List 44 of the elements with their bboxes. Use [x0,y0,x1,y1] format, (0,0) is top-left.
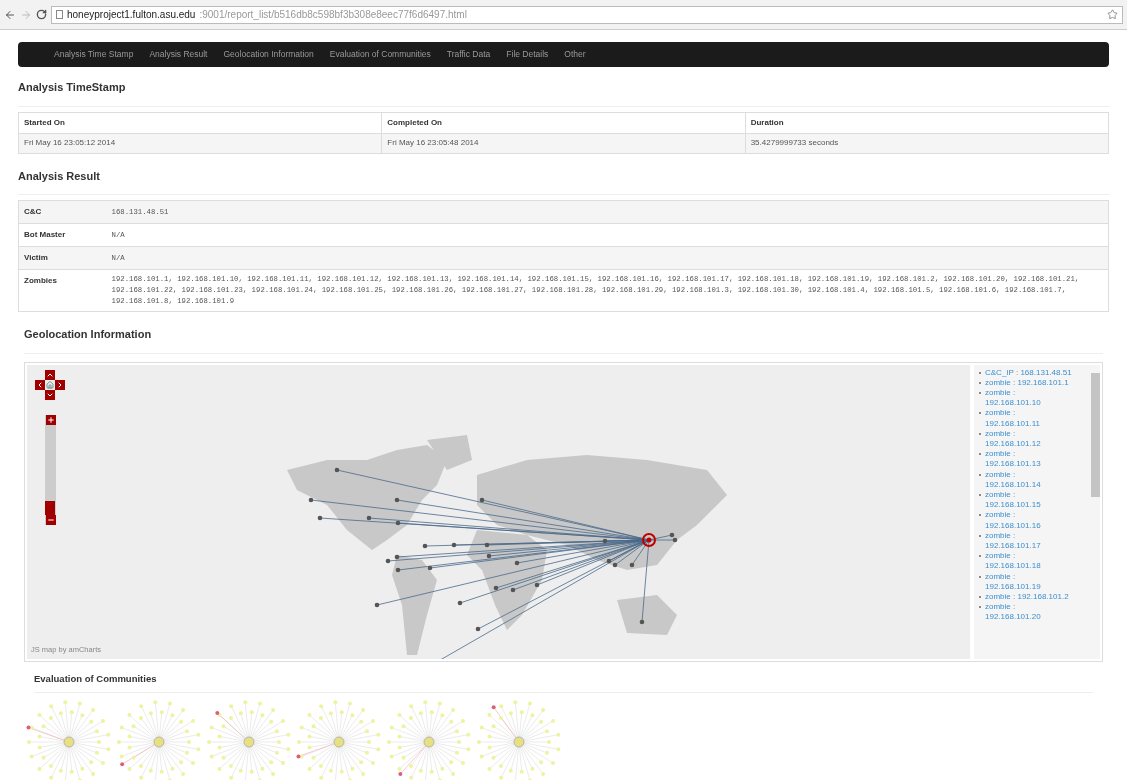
row-label: C&C [18,200,107,224]
home-icon [46,380,54,389]
star-icon[interactable] [1107,9,1118,20]
plus-icon [46,415,55,424]
section-heading: Geolocation Information [24,327,153,342]
table-cell: 35.4279999733 seconds [745,133,1109,153]
legend-item[interactable]: zombie : 192.168.101.2 [985,591,1069,603]
reload-button[interactable] [36,9,47,20]
pan-down-button[interactable] [45,389,55,400]
nav-link[interactable]: Geolocation Information [223,48,314,61]
nav-link[interactable]: Other [564,48,586,61]
legend-item[interactable]: C&C_IP : 168.131.48.51 [985,367,1072,378]
section-heading: Analysis TimeStamp [18,80,127,95]
pan-left-button[interactable] [35,379,45,390]
nav-link[interactable]: Analysis Time Stamp [54,48,134,61]
table-cell: Fri May 16 23:05:48 2014 [381,133,746,153]
url-path: :9001/report_list/b516db8c598bf3b308e8eec77f6d6497.html [199,8,467,22]
section-heading: Evaluation of Communities [34,671,158,686]
nav-link[interactable]: Evaluation of Communities [329,48,431,61]
table-cell: Fri May 16 23:05:12 2014 [18,133,382,153]
column-header: Started On [18,112,382,133]
legend-item[interactable]: zombie : 192.168.101.20 [985,602,1060,623]
nav-link[interactable]: Analysis Result [149,48,208,61]
home-button[interactable] [45,379,55,390]
page-icon [56,10,63,19]
url-host: honeyproject1.fulton.asu.edu [67,8,196,22]
pan-up-button[interactable] [45,369,55,380]
section-heading: Analysis Result [18,168,101,184]
chevron-left-icon [36,380,44,389]
row-label: Zombies [18,269,107,312]
nav-link[interactable]: Traffic Data [446,48,491,61]
legend-item[interactable]: zombie : 192.168.101.1 [985,377,1069,388]
zoom-slider[interactable] [45,414,56,525]
row-label: Bot Master [18,223,107,247]
pan-right-button[interactable] [55,379,65,390]
column-header: Completed On [381,112,746,133]
zoom-in-button[interactable] [45,414,56,425]
zoom-out-button[interactable] [45,514,56,525]
chevron-right-icon [56,380,64,389]
address-bar[interactable]: honeyproject1.fulton.asu.edu :9001/report_list/b516db8c598bf3b308e8eec77f6d6497.html [51,5,1123,24]
back-button[interactable] [4,8,16,21]
row-label: Victim [18,246,107,270]
nav-link[interactable]: File Details [506,48,549,61]
column-header: Duration [745,112,1109,133]
